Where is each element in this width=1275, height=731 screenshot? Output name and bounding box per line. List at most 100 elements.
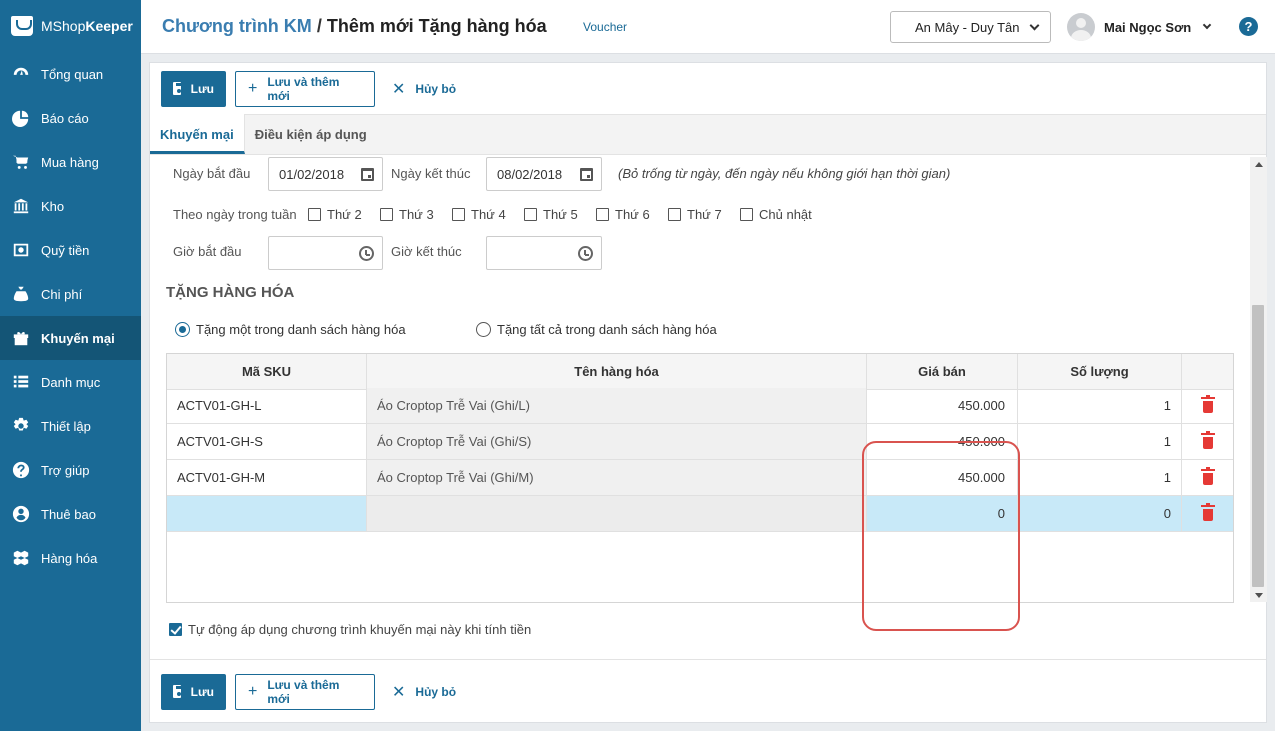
shop-bag-icon [11, 16, 33, 36]
sidebar-item-cart[interactable]: Mua hàng [0, 140, 141, 184]
cart-icon [11, 153, 31, 171]
column-header-qty: Số lượng [1018, 354, 1182, 389]
sidebar-item-warehouse[interactable]: Kho [0, 184, 141, 228]
sidebar-item-pie-chart[interactable]: Báo cáo [0, 96, 141, 140]
cell-qty[interactable]: 1 [1018, 388, 1182, 423]
help-icon[interactable]: ? [1239, 17, 1258, 36]
money-bag-icon [11, 285, 31, 303]
alarm-clock-icon[interactable] [359, 245, 374, 261]
delete-row-button[interactable] [1182, 496, 1233, 531]
end-time-field[interactable] [486, 236, 602, 270]
checkbox-unchecked-icon [740, 208, 753, 221]
weekday-checkbox[interactable]: Thứ 4 [452, 207, 506, 222]
main-panel: Lưu + Lưu và thêm mới ✕ Hủy bỏ Khuyến mạ… [149, 62, 1267, 723]
safe-icon [11, 241, 31, 259]
breadcrumb-parent-link[interactable]: Chương trình KM [162, 16, 312, 36]
cell-sku[interactable] [167, 496, 367, 531]
checkbox-unchecked-icon [524, 208, 537, 221]
sidebar-item-help[interactable]: Trợ giúp [0, 448, 141, 492]
cell-qty[interactable]: 0 [1018, 496, 1182, 531]
cell-sku[interactable]: ACTV01-GH-M [167, 460, 367, 495]
date-hint: (Bỏ trống từ ngày, đến ngày nếu không gi… [618, 166, 951, 181]
table-row[interactable]: ACTV01-GH-S Áo Croptop Trễ Vai (Ghi/S) 450… [167, 424, 1233, 460]
breadcrumb: Chương trình KM / Thêm mới Tặng hàng hóa [162, 16, 547, 36]
calendar-icon[interactable] [580, 167, 593, 181]
delete-row-button[interactable] [1182, 460, 1233, 495]
tab-promotion[interactable]: Khuyến mại [150, 114, 245, 154]
sidebar-item-label: Tổng quan [41, 66, 104, 82]
trash-icon [1200, 503, 1215, 521]
dashboard-icon [11, 65, 31, 83]
start-date-field[interactable]: 01/02/2018 [268, 157, 383, 191]
checkbox-unchecked-icon [668, 208, 681, 221]
sidebar-item-list[interactable]: Danh mục [0, 360, 141, 404]
voucher-link[interactable]: Voucher [583, 20, 627, 34]
start-date-label: Ngày bắt đầu [173, 166, 251, 181]
cell-name: Áo Croptop Trễ Vai (Ghi/S) [367, 424, 867, 459]
weekday-checkbox[interactable]: Thứ 5 [524, 207, 578, 222]
app-logo[interactable]: MShopKeeper [0, 0, 141, 52]
sidebar-item-dashboard[interactable]: Tổng quan [0, 52, 141, 96]
tab-conditions[interactable]: Điều kiện áp dụng [245, 114, 377, 154]
sidebar-item-user[interactable]: Thuê bao [0, 492, 141, 536]
save-button[interactable]: Lưu [161, 70, 226, 107]
sidebar-item-safe[interactable]: Quỹ tiền [0, 228, 141, 272]
cell-sku[interactable]: ACTV01-GH-S [167, 424, 367, 459]
store-select[interactable]: An Mây - Duy Tân [890, 11, 1051, 43]
delete-row-button[interactable] [1182, 388, 1233, 423]
user-menu[interactable]: Mai Ngọc Sơn [1067, 13, 1212, 41]
sidebar-item-label: Hàng hóa [41, 550, 98, 566]
scroll-down-icon[interactable] [1255, 593, 1263, 598]
list-icon [11, 373, 31, 391]
table-row[interactable]: 00 [167, 496, 1233, 532]
weekday-checkbox[interactable]: Thứ 7 [668, 207, 722, 222]
column-header-price: Giá bán [867, 354, 1018, 389]
sidebar-item-label: Thuê bao [41, 506, 96, 522]
column-header-sku: Mã SKU [167, 354, 367, 389]
sidebar-item-gear[interactable]: Thiết lập [0, 404, 141, 448]
bottom-toolbar: Lưu + Lưu và thêm mới ✕ Hủy bỏ [150, 659, 1266, 723]
column-header-actions [1182, 354, 1233, 389]
form-content: Ngày bắt đầu 01/02/2018 Ngày kết thúc 08… [150, 157, 1250, 657]
cell-sku[interactable]: ACTV01-GH-L [167, 388, 367, 423]
table-row[interactable]: ACTV01-GH-L Áo Croptop Trễ Vai (Ghi/L) 450… [167, 388, 1233, 424]
table-row[interactable]: ACTV01-GH-M Áo Croptop Trễ Vai (Ghi/M) 450… [167, 460, 1233, 496]
alarm-clock-icon[interactable] [578, 245, 593, 261]
weekday-checkbox[interactable]: Chủ nhật [740, 207, 812, 222]
cancel-button[interactable]: ✕ Hủy bỏ [384, 71, 468, 107]
cell-qty[interactable]: 1 [1018, 460, 1182, 495]
save-and-new-button[interactable]: + Lưu và thêm mới [235, 673, 375, 710]
start-time-label: Giờ bắt đầu [173, 244, 242, 259]
delete-row-button[interactable] [1182, 424, 1233, 459]
avatar [1067, 13, 1095, 41]
scrollbar-thumb[interactable] [1252, 305, 1264, 587]
weekday-checkbox[interactable]: Thứ 3 [380, 207, 434, 222]
end-date-label: Ngày kết thúc [391, 166, 471, 181]
end-date-field[interactable]: 08/02/2018 [486, 157, 602, 191]
content-scrollbar[interactable] [1250, 157, 1267, 602]
save-and-new-button[interactable]: + Lưu và thêm mới [235, 70, 375, 107]
checkbox-unchecked-icon [380, 208, 393, 221]
radio-gift-one[interactable]: Tặng một trong danh sách hàng hóa [175, 322, 406, 337]
help-icon [11, 461, 31, 479]
sidebar-item-cubes[interactable]: Hàng hóa [0, 536, 141, 580]
cubes-icon [11, 549, 31, 567]
sidebar-item-label: Kho [41, 198, 65, 214]
pie-chart-icon [11, 109, 31, 127]
sidebar-item-money-bag[interactable]: Chi phí [0, 272, 141, 316]
sidebar-item-label: Quỹ tiền [41, 242, 90, 258]
start-time-field[interactable] [268, 236, 383, 270]
weekday-checkbox[interactable]: Thứ 2 [308, 207, 362, 222]
cell-price[interactable]: 450.000 [867, 388, 1018, 423]
checkbox-unchecked-icon [308, 208, 321, 221]
cancel-button[interactable]: ✕ Hủy bỏ [384, 674, 468, 710]
scroll-up-icon[interactable] [1255, 162, 1263, 167]
save-icon [173, 82, 182, 95]
weekday-checkbox[interactable]: Thứ 6 [596, 207, 650, 222]
cell-qty[interactable]: 1 [1018, 424, 1182, 459]
radio-gift-all[interactable]: Tặng tất cả trong danh sách hàng hóa [476, 322, 717, 337]
calendar-icon[interactable] [361, 167, 374, 181]
sidebar-item-gift[interactable]: Khuyến mại [0, 316, 141, 360]
auto-apply-checkbox[interactable]: Tự động áp dụng chương trình khuyến mại … [169, 622, 531, 637]
save-button[interactable]: Lưu [161, 673, 226, 710]
